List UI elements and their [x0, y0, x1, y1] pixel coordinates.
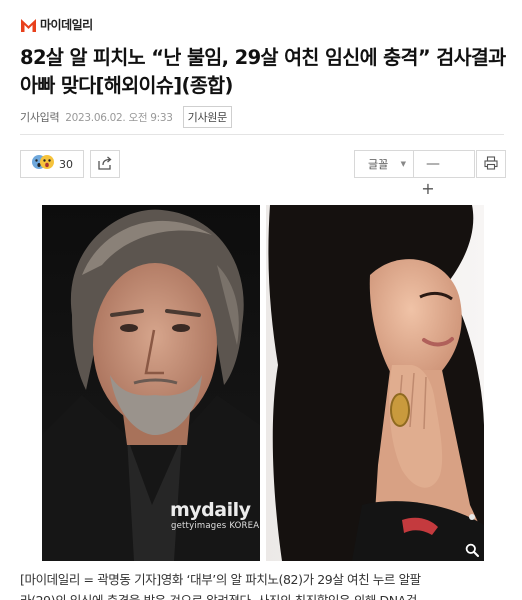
- magnifier-icon: [465, 543, 479, 557]
- font-size-increase-button[interactable]: +: [418, 179, 438, 199]
- font-size-decrease-button[interactable]: —: [413, 150, 475, 178]
- share-icon: [97, 155, 113, 174]
- right-portrait: [266, 205, 484, 561]
- print-icon: [484, 155, 498, 174]
- site-logo[interactable]: 마이데일리: [20, 14, 93, 34]
- published-date: 2023.06.02. 오전 9:33: [65, 111, 173, 124]
- original-article-button[interactable]: 기사원문: [182, 106, 232, 128]
- divider: [20, 134, 504, 135]
- article-photo[interactable]: mydaily gettyimages KOREA: [42, 205, 484, 561]
- font-select[interactable]: 글꼴 ▼: [354, 150, 414, 178]
- article-body-line: 라(29)의 임신에 충격을 받은 것으로 알려졌다. 사진의 최진할인은 의해…: [20, 590, 520, 600]
- article-body-line: [마이데일리 = 곽명동 기자]영화 ‘대부’의 알 파치노(82)가 29살 …: [20, 572, 421, 587]
- print-button[interactable]: [476, 150, 506, 178]
- article-meta: 기사입력 2023.06.02. 오전 9:33 기사원문: [20, 106, 232, 128]
- zoom-button[interactable]: [459, 538, 484, 561]
- reaction-button[interactable]: 30: [20, 150, 84, 178]
- article-headline: 82살 알 피치노 “난 불임, 29살 여친 임신에 충격” 검사결과 아빠 …: [20, 46, 506, 97]
- reaction-count: 30: [59, 157, 73, 171]
- article-body: [마이데일리 = 곽명동 기자]영화 ‘대부’의 알 파치노(82)가 29살 …: [20, 569, 520, 600]
- font-select-label: 글꼴: [368, 158, 389, 171]
- watermark-brand: mydaily: [170, 499, 251, 521]
- published-label: 기사입력: [20, 111, 60, 124]
- logo-text: 마이데일리: [40, 17, 93, 32]
- chevron-down-icon: ▼: [400, 160, 406, 168]
- logo-mark-icon: [20, 16, 37, 33]
- watermark-credit: gettyimages KOREA: [171, 521, 260, 531]
- photo-watermark: mydaily gettyimages KOREA: [170, 501, 259, 531]
- share-button[interactable]: [90, 150, 120, 178]
- surprised-emoji-icon: [31, 153, 55, 175]
